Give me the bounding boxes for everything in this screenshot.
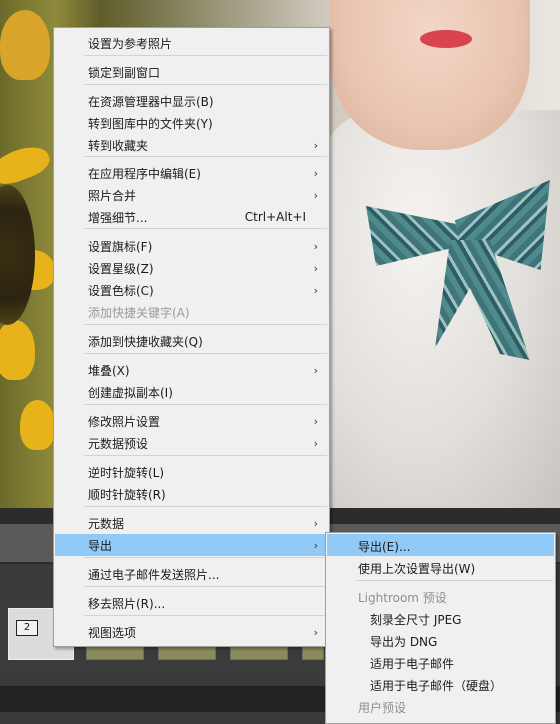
menu-item[interactable]: 设置为参考照片 bbox=[55, 32, 328, 54]
menu-item-label: 添加快捷关键字(A) bbox=[88, 305, 190, 320]
menu-separator bbox=[84, 404, 327, 405]
menu-item-label: 锁定到副窗口 bbox=[88, 65, 161, 80]
submenu-item-label: 导出为 DNG bbox=[370, 635, 438, 649]
submenu-arrow-icon: › bbox=[313, 414, 318, 428]
context-menu: 设置为参考照片 锁定到副窗口在资源管理器中显示(B) 转到图库中的文件夹(Y) 转到收… bbox=[53, 27, 330, 647]
menu-separator bbox=[84, 506, 327, 507]
menu-item[interactable]: 添加到快捷收藏夹(Q) bbox=[55, 330, 328, 352]
export-submenu: 导出(E)... 使用上次设置导出(W) Lightroom 预设刻录全尺寸 JPE… bbox=[325, 532, 556, 724]
submenu-arrow-icon: › bbox=[313, 516, 318, 530]
menu-item[interactable]: 增强细节... Ctrl+Alt+I bbox=[55, 206, 328, 228]
submenu-item[interactable]: 适用于电子邮件（硬盘） bbox=[327, 673, 554, 695]
menu-item[interactable]: 照片合并 › bbox=[55, 184, 328, 206]
submenu-arrow-icon: › bbox=[313, 261, 318, 275]
shirt-region bbox=[320, 110, 560, 508]
menu-item-label: 视图选项 bbox=[88, 625, 137, 640]
menu-separator bbox=[84, 586, 327, 587]
submenu-item-label: 适用于电子邮件 bbox=[370, 657, 455, 671]
menu-item-label: 逆时针旋转(L) bbox=[88, 465, 165, 480]
menu-item-label: 添加到快捷收藏夹(Q) bbox=[88, 334, 203, 349]
submenu-item-label: 导出(E)... bbox=[358, 540, 411, 554]
lips-region bbox=[420, 30, 472, 48]
menu-item[interactable]: 创建虚拟副本(I) bbox=[55, 381, 328, 403]
menu-item[interactable]: 在应用程序中编辑(E) › bbox=[55, 162, 328, 184]
menu-item-label: 转到收藏夹 bbox=[88, 138, 149, 153]
submenu-arrow-icon: › bbox=[313, 538, 318, 552]
menu-item-label: 通过电子邮件发送照片... bbox=[88, 567, 220, 582]
menu-item-label: 在资源管理器中显示(B) bbox=[88, 94, 214, 109]
menu-item[interactable]: 设置色标(C) › bbox=[55, 279, 328, 301]
submenu-item[interactable]: 适用于电子邮件 bbox=[327, 651, 554, 673]
menu-item-label: 导出 bbox=[88, 538, 113, 553]
menu-separator bbox=[84, 228, 327, 229]
submenu-item-label: 适用于电子邮件（硬盘） bbox=[370, 679, 503, 693]
submenu-arrow-icon: › bbox=[313, 436, 318, 450]
submenu-arrow-icon: › bbox=[313, 625, 318, 639]
submenu-arrow-icon: › bbox=[313, 166, 318, 180]
filmstrip-thumb[interactable] bbox=[230, 646, 288, 660]
menu-item[interactable]: 移去照片(R)... bbox=[55, 592, 328, 614]
menu-item-label: 移去照片(R)... bbox=[88, 596, 166, 611]
menu-item-label: 元数据预设 bbox=[88, 436, 149, 451]
menu-separator bbox=[84, 455, 327, 456]
menu-item-label: 元数据 bbox=[88, 516, 125, 531]
filmstrip-thumb[interactable] bbox=[158, 646, 216, 660]
menu-separator bbox=[84, 156, 327, 157]
menu-item-label: 增强细节... bbox=[88, 210, 148, 225]
menu-item[interactable]: 逆时针旋转(L) bbox=[55, 461, 328, 483]
menu-separator bbox=[84, 55, 327, 56]
menu-item[interactable]: 转到图库中的文件夹(Y) bbox=[55, 112, 328, 134]
menu-item[interactable]: 视图选项 › bbox=[55, 621, 328, 643]
submenu-arrow-icon: › bbox=[313, 283, 318, 297]
submenu-item[interactable]: 刻录全尺寸 JPEG bbox=[327, 607, 554, 629]
submenu-section-header: 用户预设 bbox=[327, 695, 554, 717]
menu-item[interactable]: 锁定到副窗口 bbox=[55, 61, 328, 83]
menu-item[interactable]: 通过电子邮件发送照片... bbox=[55, 563, 328, 585]
submenu-arrow-icon: › bbox=[313, 239, 318, 253]
menu-item[interactable]: 在资源管理器中显示(B) bbox=[55, 90, 328, 112]
menu-item-label: 在应用程序中编辑(E) bbox=[88, 166, 201, 181]
submenu-arrow-icon: › bbox=[313, 363, 318, 377]
submenu-item-label: Lightroom 预设 bbox=[358, 591, 447, 605]
menu-item-shortcut: Ctrl+Alt+I bbox=[244, 210, 306, 224]
menu-item[interactable]: 元数据 › bbox=[55, 512, 328, 534]
submenu-item[interactable]: 导出(E)... bbox=[327, 534, 554, 556]
submenu-item[interactable]: 使用上次设置导出(W) bbox=[327, 556, 554, 578]
filmstrip-thumb[interactable] bbox=[86, 646, 144, 660]
menu-item[interactable]: 设置星级(Z) › bbox=[55, 257, 328, 279]
menu-item-label: 修改照片设置 bbox=[88, 414, 161, 429]
submenu-item-label: 刻录全尺寸 JPEG bbox=[370, 613, 462, 627]
submenu-arrow-icon: › bbox=[313, 188, 318, 202]
submenu-arrow-icon: › bbox=[313, 138, 318, 152]
menu-item[interactable]: 元数据预设 › bbox=[55, 432, 328, 454]
menu-item[interactable]: 顺时针旋转(R) bbox=[55, 483, 328, 505]
menu-item: 添加快捷关键字(A) bbox=[55, 301, 328, 323]
menu-separator bbox=[84, 353, 327, 354]
menu-separator bbox=[84, 557, 327, 558]
menu-separator bbox=[356, 580, 553, 581]
menu-item[interactable]: 修改照片设置 › bbox=[55, 410, 328, 432]
menu-item-label: 堆叠(X) bbox=[88, 363, 130, 378]
submenu-section-header: Lightroom 预设 bbox=[327, 585, 554, 607]
menu-item-label: 设置色标(C) bbox=[88, 283, 154, 298]
menu-item-label: 创建虚拟副本(I) bbox=[88, 385, 173, 400]
menu-item-label: 设置旗标(F) bbox=[88, 239, 153, 254]
thumb-index-badge: 2 bbox=[16, 620, 38, 636]
menu-item[interactable]: 转到收藏夹 › bbox=[55, 134, 328, 156]
menu-item-label: 设置星级(Z) bbox=[88, 261, 154, 276]
filmstrip-thumb[interactable] bbox=[302, 646, 324, 660]
submenu-item[interactable]: 导出为 DNG bbox=[327, 629, 554, 651]
menu-separator bbox=[84, 84, 327, 85]
menu-item-label: 照片合并 bbox=[88, 188, 137, 203]
menu-item-label: 顺时针旋转(R) bbox=[88, 487, 166, 502]
menu-item[interactable]: 导出 › bbox=[55, 534, 328, 556]
menu-item[interactable]: 堆叠(X) › bbox=[55, 359, 328, 381]
menu-item-label: 转到图库中的文件夹(Y) bbox=[88, 116, 213, 131]
submenu-item-label: 使用上次设置导出(W) bbox=[358, 562, 476, 576]
menu-item-label: 设置为参考照片 bbox=[88, 36, 173, 51]
menu-item[interactable]: 设置旗标(F) › bbox=[55, 235, 328, 257]
menu-separator bbox=[84, 324, 327, 325]
menu-separator bbox=[84, 615, 327, 616]
submenu-item-label: 用户预设 bbox=[358, 701, 407, 715]
